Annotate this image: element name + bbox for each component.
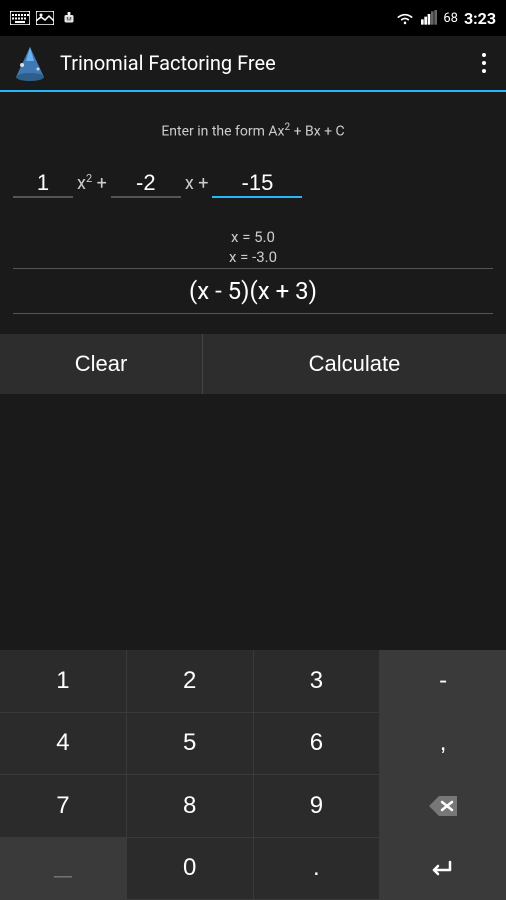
key-space[interactable]: ＿ bbox=[0, 838, 127, 900]
keyboard-row-4: ＿ 0 . bbox=[0, 838, 506, 900]
wifi-icon bbox=[395, 10, 415, 26]
robot-icon bbox=[60, 9, 78, 27]
main-content: Enter in the form Ax2 + Bx + C x2 + x + … bbox=[0, 92, 506, 650]
keyboard-row-2: 4 5 6 , bbox=[0, 713, 506, 776]
signal-icon bbox=[421, 10, 437, 26]
keyboard: 1 2 3 - 4 5 6 , 7 8 9 ＿ 0 . bbox=[0, 650, 506, 900]
key-5[interactable]: 5 bbox=[127, 713, 254, 776]
key-3[interactable]: 3 bbox=[254, 650, 381, 713]
keyboard-icon bbox=[10, 11, 30, 25]
key-7[interactable]: 7 bbox=[0, 775, 127, 838]
status-bar: 68 3:23 bbox=[0, 0, 506, 36]
app-title: Trinomial Factoring Free bbox=[60, 51, 474, 75]
status-time: 3:23 bbox=[464, 9, 496, 28]
factored-result: (x - 5)(x + 3) bbox=[13, 268, 493, 314]
key-0[interactable]: 0 bbox=[127, 838, 254, 900]
key-8[interactable]: 8 bbox=[127, 775, 254, 838]
more-options-button[interactable] bbox=[474, 45, 494, 81]
input-row: x2 + x + bbox=[13, 170, 493, 198]
coefficient-a-input[interactable] bbox=[13, 170, 73, 198]
app-logo bbox=[12, 45, 48, 81]
calculate-button[interactable]: Calculate bbox=[203, 334, 506, 394]
action-buttons: Clear Calculate bbox=[0, 334, 506, 394]
keyboard-row-1: 1 2 3 - bbox=[0, 650, 506, 713]
coefficient-c-wrapper bbox=[212, 170, 302, 198]
key-1[interactable]: 1 bbox=[0, 650, 127, 713]
key-4[interactable]: 4 bbox=[0, 713, 127, 776]
image-icon bbox=[36, 11, 54, 25]
root2-result: x = -3.0 bbox=[229, 248, 277, 266]
key-enter[interactable] bbox=[380, 838, 506, 900]
key-2[interactable]: 2 bbox=[127, 650, 254, 713]
status-right-icons: 68 3:23 bbox=[395, 9, 496, 28]
clear-button[interactable]: Clear bbox=[0, 334, 203, 394]
keyboard-row-3: 7 8 9 bbox=[0, 775, 506, 838]
key-dot[interactable]: . bbox=[254, 838, 381, 900]
status-left-icons bbox=[10, 9, 78, 27]
key-6[interactable]: 6 bbox=[254, 713, 381, 776]
root1-result: x = 5.0 bbox=[231, 228, 275, 246]
coefficient-c-input[interactable] bbox=[212, 170, 302, 198]
instruction-text: Enter in the form Ax2 + Bx + C bbox=[161, 122, 344, 140]
app-bar: Trinomial Factoring Free bbox=[0, 36, 506, 92]
battery-level: 68 bbox=[443, 11, 458, 26]
coefficient-b-input[interactable] bbox=[111, 170, 181, 198]
x-plus-label: x + bbox=[181, 173, 213, 198]
coefficient-a-wrapper bbox=[13, 170, 73, 198]
key-backspace[interactable] bbox=[380, 775, 506, 838]
results-section: x = 5.0 x = -3.0 (x - 5)(x + 3) bbox=[13, 228, 493, 314]
key-9[interactable]: 9 bbox=[254, 775, 381, 838]
key-minus[interactable]: - bbox=[380, 650, 506, 713]
key-comma[interactable]: , bbox=[380, 713, 506, 776]
x-squared-label: x2 + bbox=[73, 172, 111, 198]
coefficient-b-wrapper bbox=[111, 170, 181, 198]
